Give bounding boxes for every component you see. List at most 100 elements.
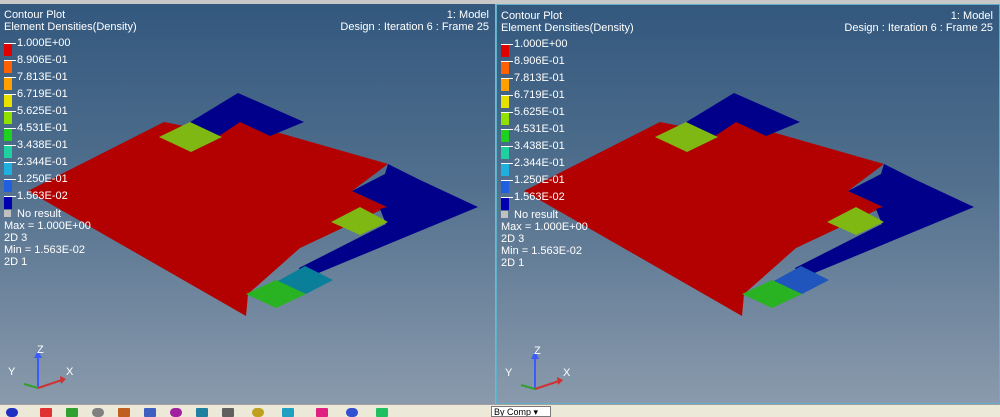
axis-y-label: Y — [8, 366, 16, 378]
legend-swatch — [4, 60, 12, 73]
no-result-swatch — [501, 211, 508, 218]
legend-tick — [501, 129, 513, 130]
legend-tick — [4, 77, 16, 78]
model-info: 1: Model Design : Iteration 6 : Frame 25 — [340, 9, 489, 33]
axis-y-label: Y — [505, 367, 513, 379]
mesh-region-density-1 — [28, 122, 388, 316]
legend-tick — [4, 60, 16, 61]
legend-tick — [4, 111, 16, 112]
plot-info: Contour Plot Element Densities(Density) — [4, 9, 137, 33]
legend-tick — [501, 44, 513, 45]
legend-swatch — [4, 128, 12, 141]
result-stats: Max = 1.000E+00 2D 3 Min = 1.563E-02 2D … — [4, 220, 91, 268]
legend-tick — [4, 94, 16, 95]
result-stats: Max = 1.000E+00 2D 3 Min = 1.563E-02 2D … — [501, 221, 588, 269]
no-result-entry: No result — [4, 208, 61, 220]
result-type-label: Element Densities(Density) — [501, 22, 634, 34]
min-element: 2D 1 — [501, 257, 525, 269]
plot-type-label: Contour Plot — [4, 9, 66, 21]
legend-swatch — [4, 111, 12, 124]
display-mode-select[interactable]: By Comp ▾ — [491, 406, 551, 417]
legend-tick — [4, 162, 16, 163]
triad-axes: Z X Y — [501, 341, 581, 397]
max-value: Max = 1.000E+00 — [501, 221, 588, 233]
min-value: Min = 1.563E-02 — [501, 245, 583, 257]
legend-swatch — [4, 145, 12, 158]
axis-z-label: Z — [37, 344, 44, 356]
bottom-toolbar: By Comp ▾ — [0, 404, 1000, 417]
min-value: Min = 1.563E-02 — [4, 244, 86, 256]
model-label: 1: Model — [446, 9, 489, 21]
legend-swatch — [501, 61, 509, 74]
legend-swatch — [501, 44, 509, 57]
legend-tick — [501, 112, 513, 113]
legend-swatch — [501, 95, 509, 108]
design-label: Design : Iteration 6 : Frame 25 — [844, 22, 993, 34]
legend-label: 5.625E-01 — [514, 106, 565, 118]
legend-label: 8.906E-01 — [17, 54, 68, 66]
legend-label: 7.813E-01 — [514, 72, 565, 84]
legend-label: 3.438E-01 — [17, 139, 68, 151]
legend-tick — [4, 128, 16, 129]
legend-tick — [501, 180, 513, 181]
legend-tick — [501, 146, 513, 147]
no-result-entry: No result — [501, 209, 558, 221]
model-label: 1: Model — [950, 10, 993, 22]
legend-tick — [501, 78, 513, 79]
legend-tick — [4, 179, 16, 180]
legend-label: 1.563E-02 — [514, 191, 565, 203]
legend-swatch — [501, 78, 509, 91]
legend-label: 7.813E-01 — [17, 71, 68, 83]
axis-z-label: Z — [534, 345, 541, 357]
no-result-swatch — [4, 210, 11, 217]
plot-type-label: Contour Plot — [501, 10, 563, 22]
legend-tick — [4, 145, 16, 146]
legend-swatch — [4, 77, 12, 90]
axis-x-label: X — [66, 366, 74, 378]
max-element: 2D 3 — [4, 232, 28, 244]
legend-label: 1.000E+00 — [17, 37, 71, 49]
legend-label: 1.250E-01 — [17, 173, 68, 185]
legend-label: 8.906E-01 — [514, 55, 565, 67]
result-type-label: Element Densities(Density) — [4, 21, 137, 33]
legend-swatch — [501, 163, 509, 176]
legend-swatch — [4, 162, 12, 175]
legend-tick — [501, 95, 513, 96]
axis-x-label: X — [563, 367, 571, 379]
legend-swatch — [501, 180, 509, 193]
legend-tick — [501, 197, 513, 198]
legend-label: 2.344E-01 — [514, 157, 565, 169]
viewport-left[interactable]: Contour Plot Element Densities(Density) … — [0, 4, 495, 404]
triad-axes: Z X Y — [4, 340, 84, 396]
no-result-label: No result — [17, 208, 62, 220]
legend-label: 1.250E-01 — [514, 174, 565, 186]
design-label: Design : Iteration 6 : Frame 25 — [340, 21, 489, 33]
legend-swatch — [501, 129, 509, 142]
plot-info: Contour Plot Element Densities(Density) — [501, 10, 634, 34]
legend-label: 6.719E-01 — [17, 88, 68, 100]
legend-label: 1.563E-02 — [17, 190, 68, 202]
legend-label: 4.531E-01 — [514, 123, 565, 135]
model-info: 1: Model Design : Iteration 6 : Frame 25 — [844, 10, 993, 34]
legend-label: 6.719E-01 — [514, 89, 565, 101]
legend-swatch — [4, 179, 12, 192]
legend-swatch — [501, 112, 509, 125]
max-element: 2D 3 — [501, 233, 525, 245]
legend-label: 1.000E+00 — [514, 38, 568, 50]
mesh-region-density-1 — [524, 122, 884, 316]
viewport-right[interactable]: Contour Plot Element Densities(Density) … — [496, 4, 1000, 404]
legend-swatch — [501, 146, 509, 159]
legend-tick — [501, 61, 513, 62]
legend-label: 4.531E-01 — [17, 122, 68, 134]
legend-swatch — [4, 43, 12, 56]
min-element: 2D 1 — [4, 256, 28, 268]
legend-tick — [501, 163, 513, 164]
legend-label: 2.344E-01 — [17, 156, 68, 168]
legend-tick — [4, 196, 16, 197]
legend-label: 5.625E-01 — [17, 105, 68, 117]
max-value: Max = 1.000E+00 — [4, 220, 91, 232]
legend-swatch — [4, 94, 12, 107]
no-result-label: No result — [514, 209, 559, 221]
legend-tick — [4, 43, 16, 44]
legend-label: 3.438E-01 — [514, 140, 565, 152]
